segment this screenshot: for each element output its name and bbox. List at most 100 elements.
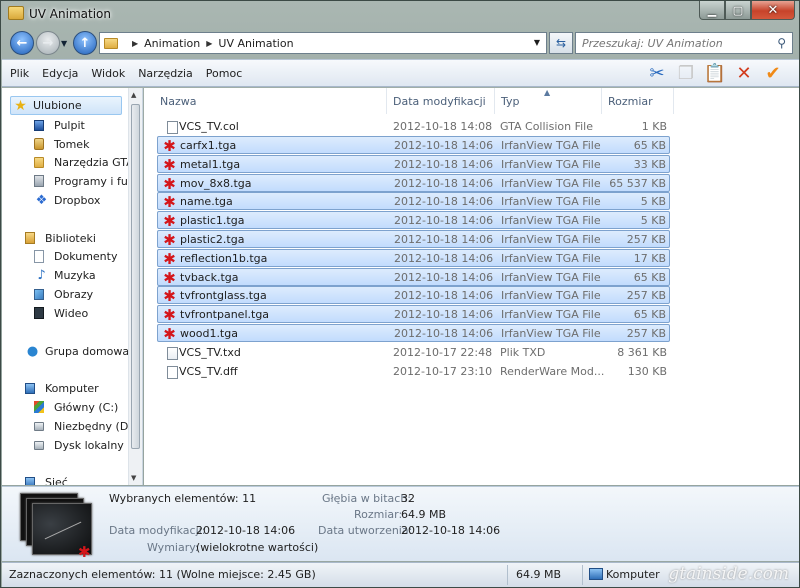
menu-pomoc[interactable]: Pomoc — [206, 67, 242, 80]
back-button[interactable]: ← — [10, 31, 34, 55]
caption-buttons: ▁ ▢ ✕ — [699, 1, 795, 20]
scroll-down-icon[interactable]: ▼ — [131, 474, 136, 482]
nav-biblioteki[interactable]: Biblioteki — [25, 231, 96, 245]
up-button[interactable]: ↑ — [73, 31, 97, 55]
menu-narzedzia[interactable]: Narzędzia — [138, 67, 193, 80]
file-name: metal1.tga — [180, 157, 241, 171]
file-type: IrfanView TGA File — [501, 138, 601, 152]
file-row[interactable]: ✱ plastic1.tga 2012-10-18 14:06 IrfanVie… — [157, 211, 670, 229]
created-value[interactable]: 2012-10-18 14:06 — [401, 524, 500, 537]
nav-pulpit[interactable]: Pulpit — [34, 118, 85, 132]
title-bar[interactable]: UV Animation ▁ ▢ ✕ — [1, 1, 800, 27]
nav-wideo[interactable]: Wideo — [34, 306, 88, 320]
menu-plik[interactable]: Plik — [10, 67, 29, 80]
copy-icon[interactable]: ❐ — [674, 62, 698, 84]
file-size: 257 KB — [626, 288, 666, 302]
nav-narzedzia-gta[interactable]: Narzędzia GTA — [34, 155, 134, 169]
file-row[interactable]: ✱ metal1.tga 2012-10-18 14:06 IrfanView … — [157, 155, 670, 173]
file-type: IrfanView TGA File — [501, 232, 601, 246]
search-icon[interactable]: ⚲ — [777, 36, 786, 50]
file-row[interactable]: VCS_TV.col 2012-10-18 14:08 GTA Collisio… — [157, 117, 670, 135]
minimize-button[interactable]: ▁ — [699, 1, 725, 20]
file-row[interactable]: ✱ mov_8x8.tga 2012-10-18 14:06 IrfanView… — [157, 174, 670, 192]
homegroup-icon: ● — [26, 343, 39, 359]
nav-siec[interactable]: Sieć — [25, 475, 68, 485]
status-divider — [582, 565, 583, 585]
nav-dropbox[interactable]: ❖ Dropbox — [34, 193, 101, 208]
dimensions-label: Wymiary: — [147, 541, 199, 554]
file-row[interactable]: VCS_TV.txd 2012-10-17 22:48 Plik TXD 8 3… — [157, 343, 670, 361]
nav-komputer[interactable]: Komputer — [25, 381, 99, 395]
toolbar: ✂ ❐ 📋 ✕ ✔ — [645, 62, 785, 84]
nav-drive-d[interactable]: Niezbędny (D:) — [34, 419, 136, 433]
scissors-icon[interactable]: ✂ — [645, 62, 669, 84]
column-header-name[interactable]: Nazwa — [154, 88, 387, 114]
size-value[interactable]: 64.9 MB — [401, 508, 446, 521]
details-pane: ✱ Wybranych elementów: 11 Data modyfikac… — [2, 486, 799, 561]
txd-file-icon — [167, 347, 178, 360]
nav-tomek[interactable]: Tomek — [34, 137, 89, 151]
close-button[interactable]: ✕ — [751, 1, 795, 20]
menu-widok[interactable]: Widok — [91, 67, 125, 80]
chevron-right-icon[interactable]: ▶ — [206, 39, 212, 48]
nav-muzyka[interactable]: ♪ Muzyka — [34, 267, 95, 283]
libraries-icon — [25, 232, 35, 244]
file-name: VCS_TV.txd — [179, 345, 241, 359]
file-type: RenderWare Mod... — [500, 364, 605, 378]
close-icon: ✕ — [767, 2, 779, 18]
refresh-button[interactable]: ⇆ — [549, 32, 573, 54]
breadcrumb-item[interactable]: Animation — [144, 37, 200, 50]
file-row[interactable]: ✱ tvfrontpanel.tga 2012-10-18 14:06 Irfa… — [157, 305, 670, 323]
explorer-window: UV Animation ▁ ▢ ✕ ← → ▼ ↑ ▶ Animation ▶… — [0, 0, 800, 588]
nav-drive-g[interactable]: Dysk lokalny (G — [34, 438, 140, 452]
thumbnail-stack: ✱ — [20, 493, 95, 561]
nav-drive-c[interactable]: Główny (C:) — [34, 400, 118, 414]
chevron-right-icon[interactable]: ▶ — [132, 39, 138, 48]
delete-icon[interactable]: ✕ — [732, 62, 756, 84]
status-size: 64.9 MB — [516, 568, 562, 581]
nav-obrazy[interactable]: Obrazy — [34, 287, 93, 301]
search-input[interactable] — [582, 36, 762, 50]
file-row[interactable]: ✱ wood1.tga 2012-10-18 14:06 IrfanView T… — [157, 324, 670, 342]
window-title: UV Animation — [29, 7, 111, 21]
file-row[interactable]: ✱ tvback.tga 2012-10-18 14:06 IrfanView … — [157, 268, 670, 286]
maximize-button[interactable]: ▢ — [725, 1, 751, 20]
file-date: 2012-10-18 14:06 — [394, 232, 494, 246]
menu-edycja[interactable]: Edycja — [42, 67, 78, 80]
file-name: plastic2.tga — [180, 232, 245, 246]
file-row[interactable]: ✱ reflection1b.tga 2012-10-18 14:06 Irfa… — [157, 249, 670, 267]
file-type: IrfanView TGA File — [501, 194, 601, 208]
scroll-up-icon[interactable]: ▲ — [131, 91, 136, 99]
column-header-size[interactable]: Rozmiar — [602, 88, 674, 114]
history-dropdown-icon[interactable]: ▼ — [61, 39, 67, 48]
checkmark-icon[interactable]: ✔ — [761, 62, 785, 84]
file-name: reflection1b.tga — [180, 251, 268, 265]
file-date: 2012-10-17 23:10 — [393, 364, 493, 378]
file-name: plastic1.tga — [180, 213, 245, 227]
scrollbar-thumb[interactable] — [131, 104, 140, 449]
nav-programy[interactable]: Programy i funk — [34, 174, 141, 188]
search-box[interactable]: ⚲ — [575, 32, 793, 54]
paste-icon[interactable]: 📋 — [703, 62, 727, 84]
file-row[interactable]: VCS_TV.dff 2012-10-17 23:10 RenderWare M… — [157, 362, 670, 380]
file-row[interactable]: ✱ name.tga 2012-10-18 14:06 IrfanView TG… — [157, 192, 670, 210]
breadcrumb-item[interactable]: UV Animation — [218, 37, 293, 50]
file-row[interactable]: ✱ carfx1.tga 2012-10-18 14:06 IrfanView … — [157, 136, 670, 154]
folder-icon — [34, 156, 44, 168]
nav-favorites[interactable]: ★ Ulubione — [10, 96, 122, 115]
chevron-down-icon[interactable]: ▼ — [534, 38, 540, 47]
column-header-date[interactable]: Data modyfikacji — [387, 88, 495, 114]
bitdepth-value[interactable]: 32 — [401, 492, 415, 505]
nav-scrollbar[interactable]: ▲ ▼ — [128, 88, 142, 485]
file-date: 2012-10-18 14:06 — [394, 213, 494, 227]
nav-dokumenty[interactable]: Dokumenty — [34, 249, 117, 263]
nav-grupa-domowa[interactable]: ● Grupa domowa — [25, 343, 129, 359]
file-row[interactable]: ✱ tvfrontglass.tga 2012-10-18 14:06 Irfa… — [157, 286, 670, 304]
file-name: VCS_TV.dff — [179, 364, 238, 378]
address-bar[interactable]: ▶ Animation ▶ UV Animation ▼ — [99, 32, 547, 54]
modified-value[interactable]: 2012-10-18 14:06 — [196, 524, 295, 537]
dimensions-value[interactable]: (wielokrotne wartości) — [196, 541, 318, 554]
music-icon: ♪ — [37, 267, 46, 283]
file-row[interactable]: ✱ plastic2.tga 2012-10-18 14:06 IrfanVie… — [157, 230, 670, 248]
forward-button[interactable]: → — [36, 31, 60, 55]
